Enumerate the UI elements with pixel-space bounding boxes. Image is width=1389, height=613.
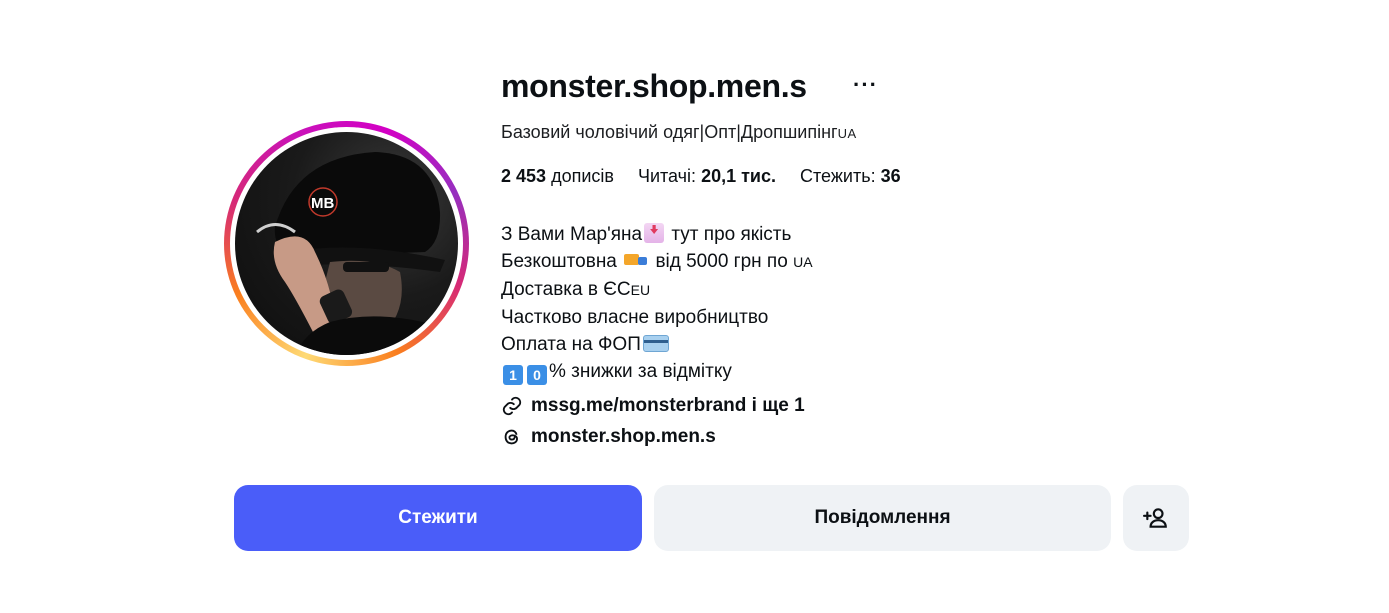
- profile-category: Базовий чоловічий одяг|Опт|ДропшипінгUA: [501, 122, 857, 143]
- bio-line-3: Доставка в ЄСEU: [501, 276, 813, 304]
- following-count[interactable]: Стежить: 36: [800, 166, 901, 187]
- delivery-truck-icon: [624, 250, 648, 270]
- bio-line-2-flag: UA: [793, 254, 813, 270]
- keycap-zero-icon: 0: [527, 365, 547, 385]
- bio-line-3-flag: EU: [630, 282, 651, 298]
- posts-value: 2 453: [501, 166, 547, 186]
- credit-card-icon: [642, 335, 669, 352]
- posts-label: дописів: [551, 166, 614, 186]
- more-options-icon[interactable]: ···: [853, 72, 878, 98]
- bio-line-6: 1 0% знижки за відмітку: [501, 358, 813, 385]
- following-label: Стежить:: [800, 166, 876, 186]
- follow-button[interactable]: Стежити: [234, 485, 642, 551]
- profile-stats: 2 453 дописів Читачі: 20,1 тис. Стежить:…: [501, 166, 901, 187]
- bio-line-5-text: Оплата на ФОП: [501, 334, 641, 355]
- website-link-text[interactable]: mssg.me/monsterbrand і ще 1: [531, 395, 805, 417]
- bio-line-3-text: Доставка в ЄС: [501, 279, 631, 300]
- add-person-icon: [1143, 508, 1167, 528]
- profile-bio: З Вами Мар'яна тут про якість Безкоштовн…: [501, 221, 813, 385]
- bio-line-4: Частково власне виробництво: [501, 307, 769, 328]
- followers-count[interactable]: Читачі: 20,1 тис.: [638, 166, 776, 187]
- bio-line-1-text-a: З Вами Мар'яна: [501, 224, 643, 245]
- avatar-logo-text: MB: [311, 195, 334, 212]
- website-link[interactable]: mssg.me/monsterbrand і ще 1: [501, 395, 805, 417]
- suggested-accounts-button[interactable]: [1123, 485, 1189, 551]
- profile-username: monster.shop.men.s: [501, 68, 807, 104]
- bio-line-2: Безкоштовна від 5000 грн по UA: [501, 248, 813, 276]
- keycap-one-icon: 1: [503, 365, 523, 385]
- category-text: Базовий чоловічий одяг|Опт|Дропшипінг: [501, 122, 838, 142]
- followers-value: 20,1 тис.: [701, 166, 776, 186]
- following-value: 36: [880, 166, 901, 186]
- threads-link[interactable]: monster.shop.men.s: [501, 426, 716, 448]
- bio-line-5: Оплата на ФОП: [501, 331, 813, 358]
- avatar-story-ring[interactable]: MB: [224, 121, 469, 366]
- avatar-photo-graphic: MB: [256, 152, 458, 355]
- message-button[interactable]: Повідомлення: [654, 485, 1111, 551]
- link-icon: [502, 396, 522, 416]
- category-flag: UA: [837, 126, 857, 141]
- bio-line-2-text-b: від 5000 грн по: [655, 251, 788, 272]
- followers-label: Читачі:: [637, 166, 697, 186]
- threads-link-text[interactable]: monster.shop.men.s: [531, 426, 716, 448]
- bio-line-1-text-b: тут про якість: [671, 224, 792, 245]
- bio-line-1: З Вами Мар'яна тут про якість: [501, 221, 813, 248]
- bio-line-2-text-a: Безкоштовна: [501, 251, 617, 272]
- inbox-tray-icon: [644, 223, 665, 243]
- avatar-ring-gap: MB: [230, 127, 463, 360]
- posts-count: 2 453 дописів: [501, 166, 614, 187]
- avatar[interactable]: MB: [235, 132, 458, 355]
- threads-icon: [504, 429, 518, 445]
- bio-line-6-text: % знижки за відмітку: [549, 361, 732, 382]
